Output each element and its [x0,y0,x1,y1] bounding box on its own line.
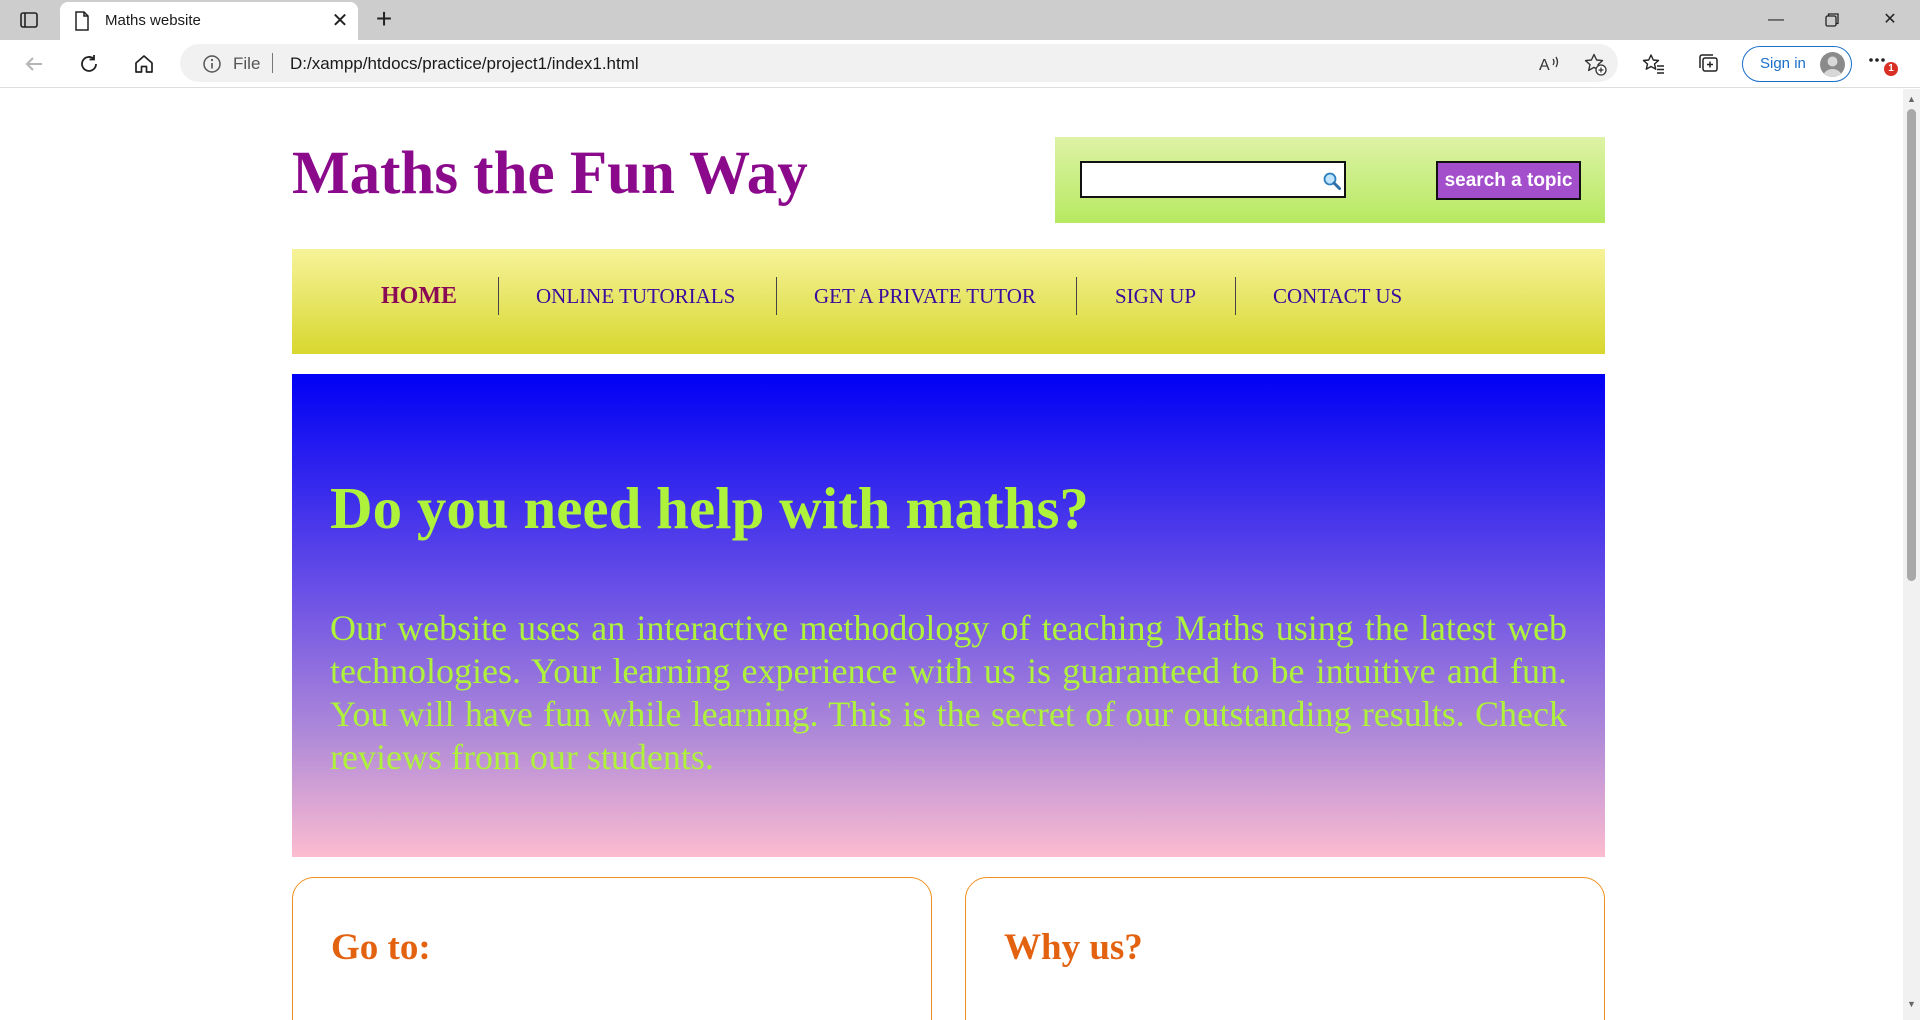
nav-item-contact-us[interactable]: CONTACT US [1273,281,1402,311]
why-us-card: Why us? [965,877,1605,1020]
close-window-icon[interactable]: ✕ [1862,0,1918,40]
sign-in-button[interactable]: Sign in [1742,46,1852,82]
tab-title: Maths website [105,12,201,29]
more-options-icon[interactable]: 1 [1868,50,1898,80]
favorites-icon[interactable] [1637,48,1671,80]
minimize-icon[interactable]: — [1748,0,1804,40]
sign-in-label: Sign in [1760,55,1806,72]
address-bar[interactable]: File D:/xampp/htdocs/practice/project1/i… [180,44,1618,82]
info-icon[interactable] [202,54,222,79]
page-scrollbar[interactable]: ▲ ▼ [1903,89,1920,1020]
hero-banner: Do you need help with maths? Our website… [292,374,1605,857]
nav-item-home[interactable]: HOME [381,281,457,311]
tab-actions-icon[interactable] [18,9,40,31]
nav-item-private-tutor[interactable]: GET A PRIVATE TUTOR [814,281,1036,311]
hero-text: Our website uses an interactive methodol… [330,608,1567,777]
search-input[interactable] [1080,161,1346,198]
browser-toolbar: File D:/xampp/htdocs/practice/project1/i… [0,40,1920,88]
scroll-down-icon[interactable]: ▼ [1907,999,1916,1009]
nav-separator [1235,277,1236,315]
site-title: Maths the Fun Way [292,140,808,207]
svg-text:A: A [1539,57,1550,74]
refresh-icon[interactable] [72,48,106,80]
main-nav: HOME ONLINE TUTORIALS GET A PRIVATE TUTO… [292,249,1605,354]
new-tab-icon[interactable]: + [368,3,400,35]
search-topic-button[interactable]: search a topic [1436,161,1581,200]
scrollbar-thumb[interactable] [1907,109,1916,581]
nav-item-sign-up[interactable]: SIGN UP [1115,281,1196,311]
home-icon[interactable] [127,48,161,80]
nav-separator [498,277,499,315]
url-text[interactable]: D:/xampp/htdocs/practice/project1/index1… [290,54,639,74]
nav-separator [1076,277,1077,315]
goto-card-title: Go to: [331,927,431,968]
restore-icon[interactable] [1804,0,1860,40]
address-separator [272,53,273,73]
goto-card: Go to: [292,877,932,1020]
hero-title: Do you need help with maths? [330,475,1089,541]
why-us-card-title: Why us? [1004,927,1143,968]
add-favorite-icon[interactable] [1580,51,1610,77]
notification-badge: 1 [1884,62,1898,76]
search-icon[interactable] [1322,171,1342,196]
collections-icon[interactable] [1692,48,1726,80]
scheme-label: File [233,54,261,73]
browser-tab-strip: Maths website ✕ + — ✕ [0,0,1920,40]
tab-close-icon[interactable]: ✕ [328,8,352,34]
scroll-up-icon[interactable]: ▲ [1907,94,1916,104]
avatar-icon [1820,52,1845,77]
back-icon[interactable] [17,48,51,80]
search-box: search a topic [1055,137,1605,223]
document-icon [74,11,90,36]
page-viewport: Maths the Fun Way search a topic HOME ON… [0,89,1903,1020]
nav-separator [776,277,777,315]
nav-item-online-tutorials[interactable]: ONLINE TUTORIALS [536,281,735,311]
browser-tab[interactable]: Maths website ✕ [60,2,358,40]
read-aloud-icon[interactable]: A [1535,51,1565,77]
